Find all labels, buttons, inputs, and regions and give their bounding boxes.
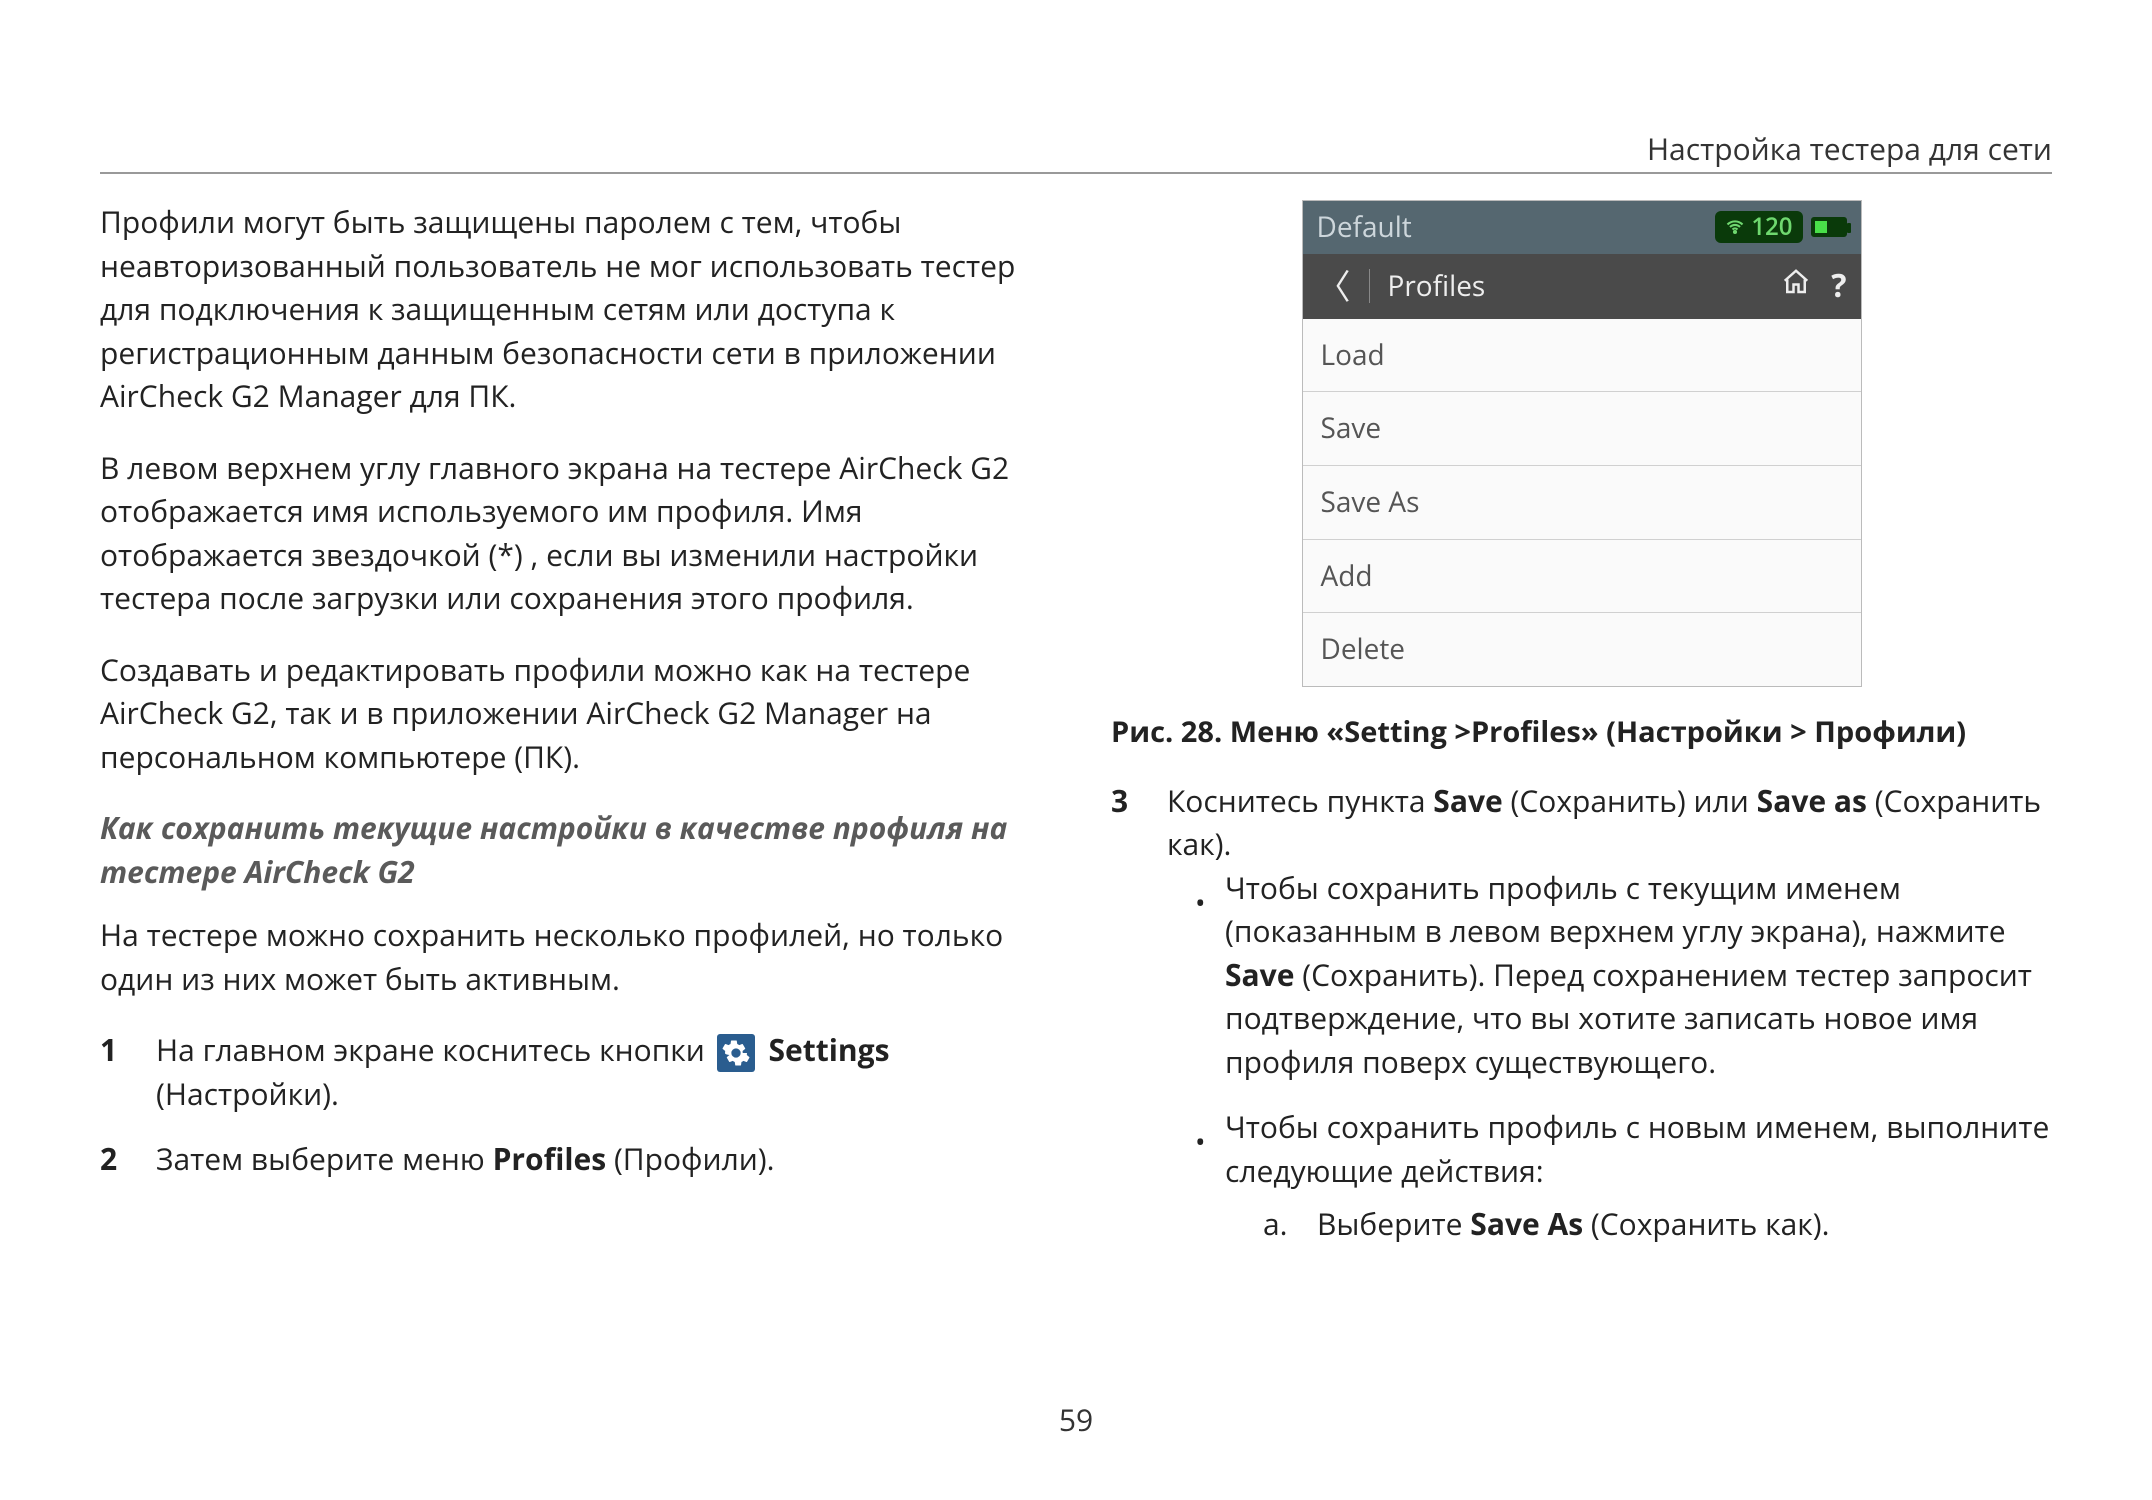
text: (Сохранить). Перед сохранением тестер за… xyxy=(1225,954,2032,1082)
device-profile-name: Default xyxy=(1317,207,1412,248)
text: (Сохранить как). xyxy=(1583,1203,1829,1244)
step-number: 3 xyxy=(1111,779,1137,1268)
step-body: На главном экране коснитесь кнопки Setti… xyxy=(156,1028,1041,1115)
device-menu-item-save: Save xyxy=(1303,392,1861,466)
battery-icon xyxy=(1811,217,1847,237)
bullet-icon xyxy=(1195,1119,1207,1246)
right-column: Default 120 〈 Profiles xyxy=(1111,200,2052,1290)
paragraph: На тестере можно сохранить несколько про… xyxy=(100,913,1041,1000)
section-header: Настройка тестера для сети xyxy=(1647,128,2052,169)
text: На главном экране коснитесь кнопки xyxy=(156,1029,713,1070)
save-label: Save xyxy=(1225,954,1294,995)
step-item: 3 Коснитесь пункта Save (Сохранить) или … xyxy=(1111,779,2052,1268)
device-menu-item-load: Load xyxy=(1303,319,1861,393)
page-number: 59 xyxy=(0,1399,2152,1440)
settings-label: Settings xyxy=(768,1029,889,1070)
home-icon xyxy=(1781,264,1811,308)
text: (Сохранить) или xyxy=(1503,780,1757,821)
gear-icon xyxy=(717,1034,755,1072)
device-screenshot: Default 120 〈 Profiles xyxy=(1302,200,1862,687)
step-body: Затем выберите меню Profiles (Профили). xyxy=(156,1137,1041,1181)
profiles-label: Profiles xyxy=(493,1138,607,1179)
step-item: 2 Затем выберите меню Profiles (Профили)… xyxy=(100,1137,1041,1181)
signal-value: 120 xyxy=(1751,210,1792,245)
help-icon: ? xyxy=(1831,263,1846,309)
paragraph: Профили могут быть защищены паролем с те… xyxy=(100,200,1041,418)
back-chevron-icon: 〈 xyxy=(1317,262,1351,311)
subheading: Как сохранить текущие настройки в качест… xyxy=(100,806,1041,893)
text: Затем выберите меню xyxy=(156,1138,493,1179)
bullet-item: Чтобы сохранить профиль с новым именем, … xyxy=(1195,1105,2052,1246)
step-item: 1 На главном экране коснитесь кнопки Set… xyxy=(100,1028,1041,1115)
save-label: Save xyxy=(1433,780,1502,821)
bullet-item: Чтобы сохранить профиль с текущим именем… xyxy=(1195,866,2052,1084)
header-divider xyxy=(100,172,2052,174)
wifi-signal-pill: 120 xyxy=(1715,211,1802,243)
device-statusbar: Default 120 xyxy=(1303,201,1861,254)
saveas-label: Save As xyxy=(1470,1203,1583,1244)
text: Выберите xyxy=(1317,1203,1470,1244)
device-menu-item-saveas: Save As xyxy=(1303,466,1861,540)
text: Чтобы сохранить профиль с текущим именем… xyxy=(1225,867,2006,952)
paragraph: Создавать и редактировать профили можно … xyxy=(100,648,1041,779)
text: Чтобы сохранить профиль с новым именем, … xyxy=(1225,1106,2049,1191)
bullet-icon xyxy=(1195,880,1207,1084)
text: (Профили). xyxy=(606,1138,774,1179)
device-menu-item-delete: Delete xyxy=(1303,613,1861,686)
left-column: Профили могут быть защищены паролем с те… xyxy=(100,200,1041,1290)
device-navbar: 〈 Profiles ? xyxy=(1303,254,1861,319)
step-number: 2 xyxy=(100,1137,126,1181)
device-screen-title: Profiles xyxy=(1388,266,1486,307)
nav-separator xyxy=(1369,269,1370,303)
text: Коснитесь пункта xyxy=(1167,780,1433,821)
step-body: Коснитесь пункта Save (Сохранить) или Sa… xyxy=(1167,779,2052,1268)
text: (Настройки). xyxy=(156,1073,339,1114)
sublist-item: a. Выберите Save As (Сохранить как). xyxy=(1263,1202,2052,1246)
step-number: 1 xyxy=(100,1028,126,1115)
figure-caption: Рис. 28. Меню «Setting >Profiles» (Настр… xyxy=(1111,711,2052,753)
sublist-marker: a. xyxy=(1263,1202,1293,1246)
paragraph: В левом верхнем углу главного экрана на … xyxy=(100,446,1041,620)
device-menu-item-add: Add xyxy=(1303,540,1861,614)
saveas-label: Save as xyxy=(1757,780,1867,821)
